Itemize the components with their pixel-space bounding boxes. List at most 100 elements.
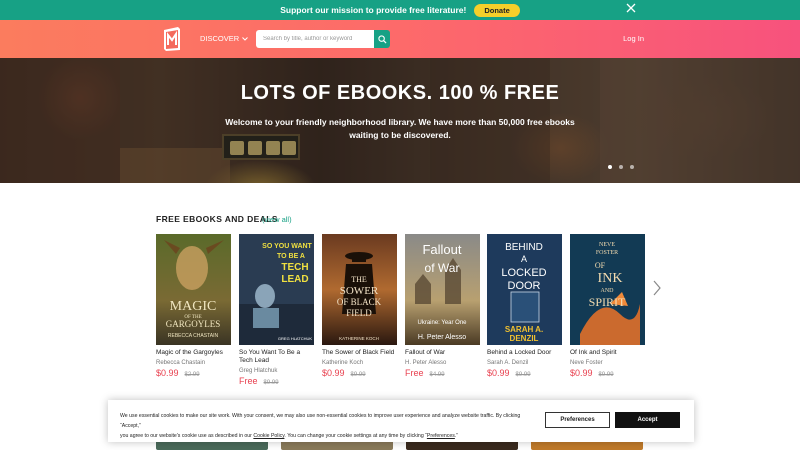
book-cover[interactable]: BEHIND A LOCKED DOOR SARAH A. DENZIL — [487, 234, 562, 345]
support-banner: Support our mission to provide free lite… — [0, 0, 800, 20]
slide-dot[interactable] — [608, 165, 612, 169]
close-icon[interactable] — [626, 3, 636, 15]
book-title[interactable]: Behind a Locked Door — [487, 349, 562, 357]
book-author[interactable]: Neve Foster — [570, 360, 645, 366]
cover-text: Ukraine: Year One — [417, 320, 467, 326]
donate-button[interactable]: Donate — [474, 3, 520, 17]
book-price-row: $0.99 $9.99 — [322, 368, 397, 378]
book-price-row: Free $9.99 — [239, 376, 314, 386]
cover-text: DENZIL — [510, 334, 539, 343]
slide-dot[interactable] — [619, 165, 623, 169]
book-old-price: $9.99 — [598, 372, 614, 378]
book-old-price: $2.99 — [184, 372, 200, 378]
search-bar — [256, 30, 390, 48]
book-cover[interactable]: THE SOWER OF BLACK FIELD KATHERINE KOCH — [322, 234, 397, 345]
cover-text: FOSTER — [596, 250, 618, 256]
cover-text: NEVE — [599, 242, 615, 248]
hero-banner: LOTS OF EBOOKS. 100 % FREE Welcome to yo… — [0, 58, 800, 183]
slide-dot[interactable] — [630, 165, 634, 169]
book-price: Free — [239, 376, 258, 386]
cookie-text-line: .” — [454, 433, 459, 439]
preferences-button[interactable]: Preferences — [545, 412, 610, 428]
cookie-text-line: We use essential cookies to make our sit… — [120, 413, 521, 429]
search-input[interactable] — [256, 30, 374, 48]
book-old-price: $9.99 — [350, 372, 366, 378]
book-title[interactable]: So You Want To Be a Tech Lead — [239, 349, 314, 365]
book-author[interactable]: Greg Hlatchuk — [239, 368, 314, 374]
chevron-right-icon[interactable] — [650, 279, 664, 297]
cover-text: of War — [425, 261, 460, 275]
book-title[interactable]: The Sower of Black Field — [322, 349, 397, 357]
cover-text: KATHERINE KOCH — [339, 336, 379, 341]
discover-label: DISCOVER — [200, 34, 240, 43]
book-author[interactable]: Sarah A. Denzil — [487, 360, 562, 366]
cover-text: Fallout — [422, 242, 461, 257]
cookie-policy-link[interactable]: Cookie Policy — [253, 433, 284, 439]
book-cover[interactable]: SO YOU WANT TO BE A TECH LEAD GREG HLATC… — [239, 234, 314, 345]
section-title: FREE EBOOKS AND DEALS — [156, 214, 278, 224]
cookie-text: We use essential cookies to make our sit… — [120, 411, 540, 441]
site-header: DISCOVER Log In — [0, 20, 800, 58]
cover-text: BEHIND — [505, 242, 543, 253]
book-card[interactable]: Fallout of War Ukraine: Year One H. Pete… — [405, 234, 480, 378]
book-price: $0.99 — [570, 368, 593, 378]
cover-text: OF — [595, 261, 606, 270]
cover-text: SOWER — [340, 285, 379, 297]
cover-text: GARGOYLES — [166, 319, 221, 329]
book-price: Free — [405, 368, 424, 378]
cover-text: LOCKED — [501, 267, 546, 279]
cover-text: REBECCA CHASTAIN — [168, 333, 219, 339]
book-price: $0.99 — [322, 368, 345, 378]
cover-text: AND — [601, 288, 615, 294]
book-card[interactable]: SO YOU WANT TO BE A TECH LEAD GREG HLATC… — [239, 234, 314, 386]
accept-button[interactable]: Accept — [615, 412, 680, 428]
cover-text: DOOR — [508, 280, 541, 292]
book-card[interactable]: BEHIND A LOCKED DOOR SARAH A. DENZIL Beh… — [487, 234, 562, 378]
hero-title: LOTS OF EBOOKS. 100 % FREE — [240, 82, 560, 104]
book-price-row: $0.99 $9.99 — [570, 368, 645, 378]
book-price: $0.99 — [156, 368, 179, 378]
book-author[interactable]: Rebecca Chastain — [156, 360, 231, 366]
cover-text: SARAH A. — [505, 325, 543, 334]
cover-text: OF BLACK — [337, 297, 382, 307]
book-old-price: $9.99 — [263, 380, 279, 386]
view-all-link[interactable]: (view all) — [262, 215, 292, 224]
book-price-row: $0.99 $9.99 — [487, 368, 562, 378]
book-title[interactable]: Magic of the Gargoyles — [156, 349, 231, 357]
login-link[interactable]: Log In — [623, 34, 644, 43]
book-title[interactable]: Fallout of War — [405, 349, 480, 357]
book-card[interactable]: NEVE FOSTER OF INK AND SPIRIT Of Ink and… — [570, 234, 645, 378]
book-price-row: Free $4.99 — [405, 368, 480, 378]
cover-text: SPIRIT — [589, 295, 626, 309]
book-price-row: $0.99 $2.99 — [156, 368, 231, 378]
hero-subtitle: Welcome to your friendly neighborhood li… — [225, 117, 575, 140]
search-icon[interactable] — [374, 30, 390, 48]
book-cover[interactable]: NEVE FOSTER OF INK AND SPIRIT — [570, 234, 645, 345]
book-card[interactable]: MAGIC OF THE GARGOYLES REBECCA CHASTAIN … — [156, 234, 231, 378]
preferences-link[interactable]: Preferences — [427, 433, 455, 439]
cover-text: H. Peter Alesso — [418, 334, 466, 341]
book-logo-icon[interactable] — [162, 26, 182, 52]
cover-text: LEAD — [281, 274, 308, 285]
support-message: Support our mission to provide free lite… — [280, 5, 467, 15]
discover-menu[interactable]: DISCOVER — [200, 34, 249, 43]
cover-text: GREG HLATCHUK — [278, 336, 312, 341]
cover-text: TECH — [281, 262, 308, 273]
book-carousel: MAGIC OF THE GARGOYLES REBECCA CHASTAIN … — [156, 234, 646, 386]
book-title[interactable]: Of Ink and Spirit — [570, 349, 645, 357]
cover-text: A — [521, 254, 527, 264]
book-old-price: $4.99 — [429, 372, 445, 378]
cover-text: FIELD — [346, 308, 372, 318]
hero-slide-dots — [608, 165, 634, 169]
cover-text: TO BE A — [277, 253, 305, 260]
cookie-text-line: . You can change your cookie settings at… — [284, 433, 427, 439]
cookie-text-line: you agree to our website's cookie use as… — [120, 433, 252, 439]
book-card[interactable]: THE SOWER OF BLACK FIELD KATHERINE KOCH … — [322, 234, 397, 378]
book-author[interactable]: Katherine Koch — [322, 360, 397, 366]
book-cover[interactable]: MAGIC OF THE GARGOYLES REBECCA CHASTAIN — [156, 234, 231, 345]
cover-text: THE — [351, 275, 367, 284]
book-price: $0.99 — [487, 368, 510, 378]
book-author[interactable]: H. Peter Alesso — [405, 360, 480, 366]
book-cover[interactable]: Fallout of War Ukraine: Year One H. Pete… — [405, 234, 480, 345]
cover-text: INK — [598, 271, 623, 286]
